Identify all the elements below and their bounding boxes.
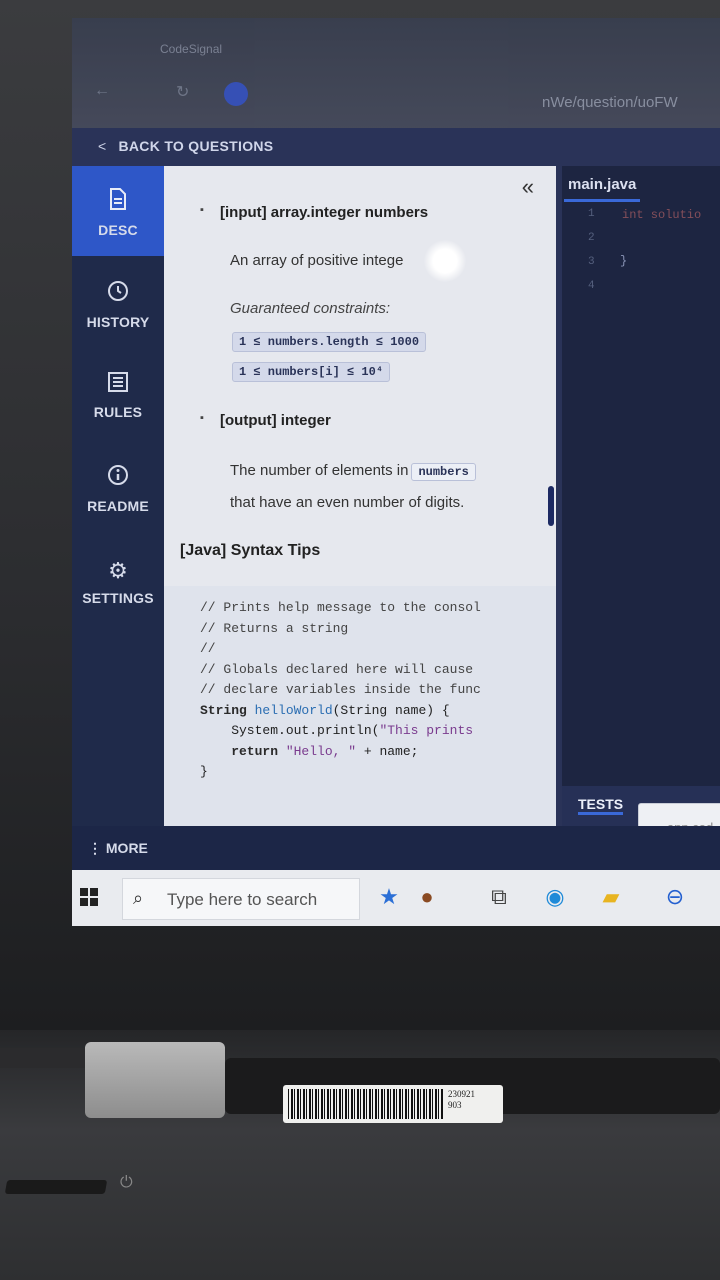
browser-toolbar: CodeSignal ← ↻ nWe/question/uoFW — [72, 18, 720, 128]
code-line-9: } — [200, 764, 208, 779]
document-icon — [72, 188, 164, 216]
file-tab-main-java[interactable]: main.java — [564, 176, 641, 202]
news-weather-icon[interactable]: ● — [412, 882, 442, 912]
power-icon[interactable]: ⏻ — [120, 1174, 133, 1192]
sidebar-label-readme: README — [87, 498, 149, 514]
sidebar-label-settings: SETTINGS — [82, 590, 154, 606]
more-bar: ⋮ MORE — [72, 826, 720, 870]
back-to-questions-link[interactable]: < BACK TO QUESTIONS — [98, 138, 273, 154]
sidebar-label-desc: DESC — [98, 222, 138, 238]
code-line-2: // Returns a string — [200, 620, 349, 636]
barcode-number: 230921 903 — [448, 1089, 475, 1110]
barcode — [288, 1089, 443, 1119]
search-icon: ⌕ — [133, 888, 144, 908]
collapse-panel-icon[interactable]: « — [522, 174, 534, 200]
code-line-8: return — [200, 743, 286, 759]
code-line-8-str: "Hello, " — [285, 743, 357, 759]
widgets-icon[interactable]: ★ — [374, 882, 404, 912]
screen-glare — [424, 240, 466, 282]
line-number: 3 — [588, 256, 595, 268]
code-line-8-rest: + name; — [356, 743, 419, 759]
line-number: 2 — [588, 232, 595, 244]
output-description-line1: The number of elements in numbers — [230, 462, 479, 481]
output-description-line2: that have an even number of digits. — [230, 494, 465, 511]
task-view-icon[interactable]: ⧉ — [484, 882, 514, 912]
description-panel: « [input] array.integer numbers An array… — [164, 166, 562, 826]
laptop-screen: CodeSignal ← ↻ nWe/question/uoFW < BACK T… — [72, 18, 720, 926]
app-taskbar-icon[interactable]: ⊖ — [660, 882, 690, 912]
barcode-sticker: 230921 903 — [283, 1085, 503, 1123]
code-line-4: // Globals declared here will cause — [200, 661, 474, 677]
editor-code-brace: } — [620, 254, 628, 268]
line-number: 1 — [588, 208, 595, 220]
panel-scrollbar[interactable] — [548, 486, 554, 526]
sidebar: DESC HISTORY RULES README ⚙ SETTINGS — [72, 166, 164, 826]
more-button[interactable]: ⋮ MORE — [88, 840, 148, 857]
clock-icon — [72, 280, 164, 308]
syntax-tips-code: // Prints help message to the consol // … — [164, 586, 556, 826]
sidebar-item-history[interactable]: HISTORY — [72, 258, 164, 348]
sidebar-item-readme[interactable]: README — [72, 442, 164, 532]
code-line-1: // Prints help message to the consol — [200, 600, 481, 615]
reload-icon[interactable]: ↻ — [176, 82, 189, 102]
input-title: [input] array.integer numbers — [200, 204, 428, 221]
sidebar-item-desc[interactable]: DESC — [72, 166, 164, 256]
site-info-icon[interactable] — [224, 82, 248, 106]
constraint-value: 1 ≤ numbers[i] ≤ 10⁴ — [232, 362, 391, 382]
code-editor[interactable]: main.java 1 2 3 4 int solutio } TESTS — [562, 166, 720, 826]
file-explorer-icon[interactable]: ▰ — [596, 882, 626, 912]
address-bar-url[interactable]: nWe/question/uoFW — [542, 94, 678, 111]
output-title: [output] integer — [200, 412, 331, 429]
back-arrow-icon[interactable]: ← — [94, 82, 110, 100]
gear-icon: ⚙ — [108, 558, 128, 583]
sidebar-item-settings[interactable]: ⚙ SETTINGS — [72, 536, 164, 626]
syntax-tips-title: [Java] Syntax Tips — [180, 542, 321, 559]
line-number: 4 — [588, 280, 595, 292]
editor-code-line: int solutio — [622, 208, 702, 222]
constraints-label: Guaranteed constraints: — [230, 300, 391, 317]
numbers-chip: numbers — [411, 463, 476, 481]
code-line-7: System.out.println( — [200, 723, 380, 738]
app-header: < BACK TO QUESTIONS — [72, 128, 720, 166]
chevron-left-icon: < — [98, 138, 107, 154]
code-line-3: // — [200, 641, 216, 656]
laptop-hinge — [85, 1042, 225, 1118]
code-line-6-type: String — [200, 702, 255, 718]
code-line-6-fn: helloWorld — [254, 702, 333, 718]
input-description: An array of positive intege — [230, 252, 404, 269]
back-label: BACK TO QUESTIONS — [118, 138, 274, 154]
laptop-hinge-left — [0, 1048, 95, 1068]
tab-tests[interactable]: TESTS — [578, 796, 624, 815]
constraint-length: 1 ≤ numbers.length ≤ 1000 — [232, 332, 427, 352]
code-line-7-str: "This prints — [379, 723, 474, 738]
windows-taskbar: ⌕ Type here to search ★ ● ⧉ ◉ ▰ ⊖ — [72, 870, 720, 926]
browser-tab-title[interactable]: CodeSignal — [160, 42, 222, 56]
info-icon — [72, 464, 164, 492]
laptop-slot — [4, 1180, 108, 1194]
sidebar-label-rules: RULES — [93, 404, 143, 420]
search-placeholder: Type here to search — [167, 890, 318, 909]
edge-browser-icon[interactable]: ◉ — [540, 882, 570, 912]
sidebar-item-rules[interactable]: RULES — [72, 350, 164, 440]
code-line-5: // declare variables inside the func — [200, 682, 481, 697]
code-line-6-rest: (String name) { — [332, 702, 450, 718]
output-desc-prefix: The number of elements in — [230, 462, 409, 479]
list-icon — [72, 372, 164, 398]
taskbar-search-box[interactable]: ⌕ Type here to search — [122, 878, 360, 920]
sidebar-label-history: HISTORY — [86, 314, 150, 330]
windows-start-icon[interactable] — [80, 888, 98, 906]
